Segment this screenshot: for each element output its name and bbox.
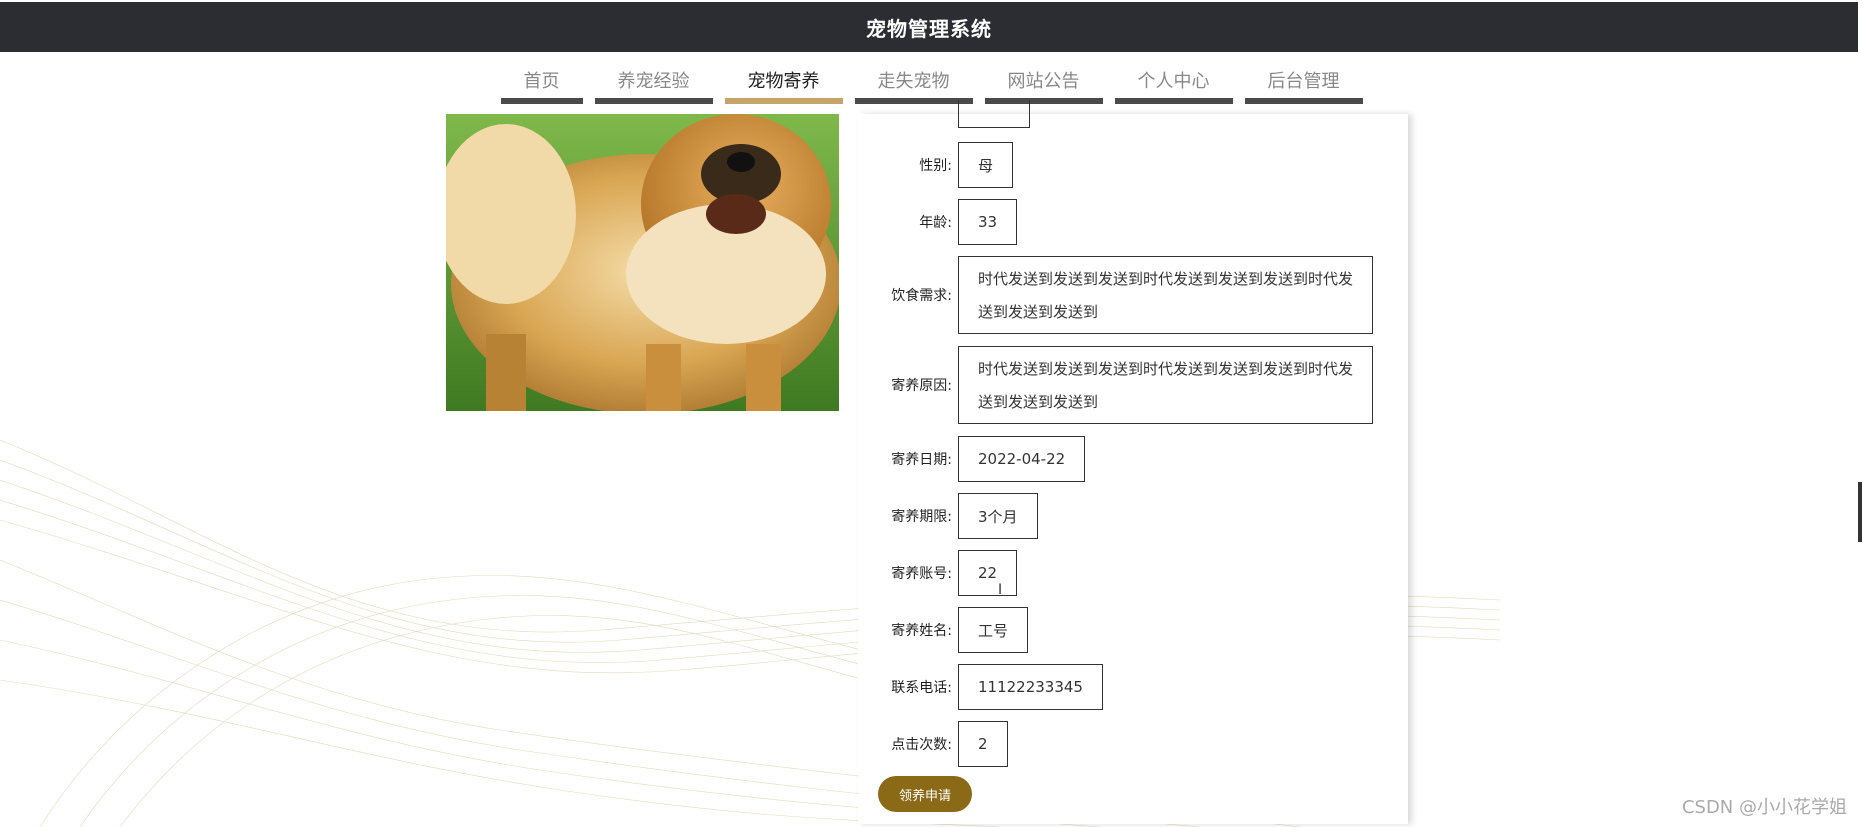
dog-illustration	[446, 114, 839, 411]
nav-label: 首页	[523, 71, 560, 92]
row-partial-hidden	[858, 100, 1408, 128]
app-title: 宠物管理系统	[866, 16, 992, 41]
pet-photo	[446, 114, 839, 411]
page-root: 宠物管理系统 首页 养宠经验 宠物寄养 走失宠物 网站公告 个人中心 后台管理	[0, 0, 1863, 827]
nav-item-lost-pets[interactable]: 走失宠物	[854, 66, 973, 104]
field-label: 联系电话:	[891, 680, 952, 696]
row-date: 寄养日期: 2022-04-22	[858, 436, 1408, 482]
nav-item-home[interactable]: 首页	[500, 66, 583, 104]
row-clicks: 点击次数: 2	[858, 721, 1408, 767]
phone-value: 11122233345	[958, 664, 1103, 710]
account-value: 22	[958, 550, 1018, 596]
scrollbar-thumb[interactable]	[1858, 482, 1862, 542]
row-diet: 饮食需求: 时代发送到发送到发送到时代发送到发送到发送到时代发送到发送到发送到	[858, 256, 1408, 334]
field-label: 寄养日期:	[891, 452, 952, 468]
nav-label: 网站公告	[1007, 71, 1080, 92]
nav-label: 养宠经验	[617, 71, 690, 92]
scrollbar[interactable]	[1855, 52, 1863, 652]
watermark: CSDN @小小花学姐	[1681, 797, 1847, 818]
name-value: 工号	[958, 607, 1029, 653]
nav-label: 后台管理	[1267, 71, 1340, 92]
gender-value: 母	[958, 142, 1014, 188]
field-label: 寄养原因:	[891, 378, 952, 394]
nav-item-announcements[interactable]: 网站公告	[984, 66, 1103, 104]
nav-item-admin[interactable]: 后台管理	[1244, 66, 1363, 104]
nav-item-pet-boarding[interactable]: 宠物寄养	[724, 66, 843, 104]
field-label: 寄养姓名:	[891, 623, 952, 639]
text-cursor-icon: I	[998, 582, 1003, 598]
row-phone: 联系电话: 11122233345	[858, 664, 1408, 710]
clicks-value: 2	[958, 721, 1008, 767]
field-value	[958, 100, 1030, 128]
nav-label: 宠物寄养	[747, 71, 820, 92]
row-reason: 寄养原因: 时代发送到发送到发送到时代发送到发送到发送到时代发送到发送到发送到	[858, 346, 1408, 424]
row-name: 寄养姓名: 工号	[858, 607, 1408, 653]
field-label: 点击次数:	[891, 737, 952, 753]
nav-item-pet-experience[interactable]: 养宠经验	[594, 66, 713, 104]
adopt-apply-button[interactable]: 领养申请	[878, 776, 972, 812]
nav-label: 个人中心	[1137, 71, 1210, 92]
age-value: 33	[958, 199, 1018, 245]
diet-value: 时代发送到发送到发送到时代发送到发送到发送到时代发送到发送到发送到	[958, 256, 1373, 334]
period-value: 3个月	[958, 493, 1038, 539]
reason-value: 时代发送到发送到发送到时代发送到发送到发送到时代发送到发送到发送到	[958, 346, 1373, 424]
field-label: 寄养期限:	[891, 509, 952, 525]
field-label: 性别:	[919, 158, 952, 174]
app-title-bar: 宠物管理系统	[0, 2, 1858, 52]
row-period: 寄养期限: 3个月	[858, 493, 1408, 539]
row-gender: 性别: 母	[858, 142, 1408, 188]
field-label: 寄养账号:	[891, 566, 952, 582]
pet-detail-panel: 性别: 母 年龄: 33 饮食需求: 时代发送到发送到发送到时代发送到发送到发送…	[858, 100, 1408, 824]
date-value: 2022-04-22	[958, 436, 1086, 482]
field-label: 年龄:	[919, 215, 952, 231]
nav-item-personal-center[interactable]: 个人中心	[1114, 66, 1233, 104]
field-label: 饮食需求:	[891, 288, 952, 304]
row-account: 寄养账号: 22	[858, 550, 1408, 596]
row-age: 年龄: 33	[858, 199, 1408, 245]
nav-label: 走失宠物	[877, 71, 950, 92]
